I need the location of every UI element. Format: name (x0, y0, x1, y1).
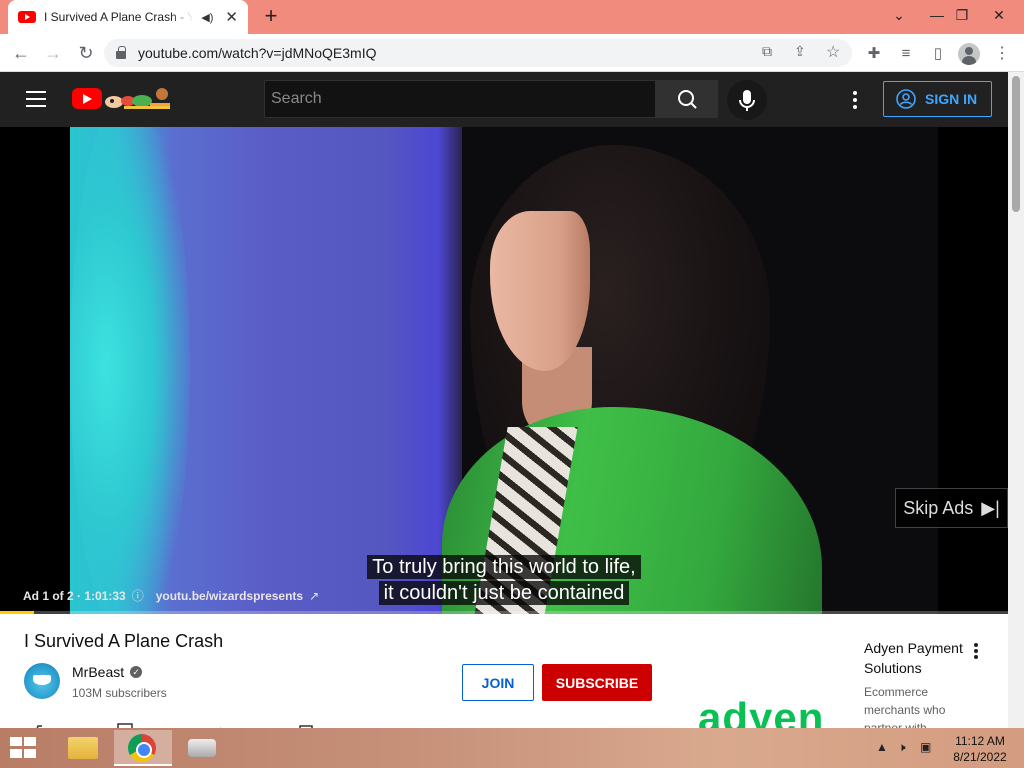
caption-text: it couldn't just be contained (378, 581, 630, 605)
join-button[interactable]: JOIN (462, 664, 534, 701)
close-window-button[interactable]: ✕ (982, 0, 1016, 34)
windows-start-icon[interactable] (10, 737, 38, 759)
reload-icon[interactable]: ↻ (73, 40, 99, 66)
sidebar-ad-title[interactable]: Adyen Payment Solutions (864, 638, 974, 678)
skip-ads-label: Skip Ads (903, 497, 974, 518)
tab-title: I Survived A Plane Crash - YouTube (44, 10, 194, 24)
skip-next-icon: ▶| (981, 497, 1000, 518)
file-explorer-taskbar-button[interactable] (52, 730, 110, 766)
search-button[interactable] (656, 80, 718, 118)
url-text[interactable]: youtube.com/watch?v=jdMNoQE3mIQ (138, 45, 377, 61)
audio-playing-icon[interactable]: ◀) (201, 11, 213, 24)
game-taskbar-button[interactable] (174, 730, 232, 766)
open-in-app-icon[interactable]: ⧉ (762, 43, 772, 60)
youtube-favicon-icon (18, 11, 36, 23)
media-control-icon[interactable]: ≡ (896, 44, 916, 64)
extensions-puzzle-icon[interactable]: ✚ (864, 44, 884, 64)
youtube-logo[interactable] (72, 88, 102, 109)
windows-taskbar: ▲ 🕨 ▣ 11:12 AM 8/21/2022 (0, 728, 1024, 768)
system-clock[interactable]: 11:12 AM 8/21/2022 (950, 733, 1010, 765)
sidebar-ad-more-icon[interactable] (972, 643, 980, 661)
search-placeholder: Search (271, 90, 322, 107)
browser-tab[interactable]: I Survived A Plane Crash - YouTube ◀) ✕ (8, 0, 248, 34)
video-backdrop-glow (70, 127, 190, 614)
game-app-icon (188, 739, 216, 757)
scrollbar-thumb[interactable] (1012, 76, 1020, 212)
restore-button[interactable]: ❐ (945, 0, 979, 34)
folder-icon (68, 737, 98, 759)
profile-avatar-icon[interactable] (958, 43, 980, 65)
settings-more-icon[interactable] (848, 91, 862, 109)
tab-search-icon[interactable]: ⌄ (882, 0, 916, 34)
info-icon[interactable]: ⓘ (132, 587, 144, 604)
external-link-icon[interactable]: ↗ (309, 589, 319, 603)
ad-counter: Ad 1 of 2 · 1:01:33 (23, 588, 126, 603)
account-circle-icon (896, 89, 916, 109)
ad-progress-bar[interactable] (0, 611, 1008, 614)
lock-icon[interactable] (116, 46, 126, 59)
sign-in-button[interactable]: SIGN IN (883, 81, 992, 117)
ad-progress-fill (0, 611, 35, 614)
video-player[interactable]: Skip Ads ▶| To truly bring this world to… (0, 127, 1008, 614)
ad-info: Ad 1 of 2 · 1:01:33 ⓘ youtu.be/wizardspr… (23, 587, 319, 604)
volume-muted-icon[interactable]: 🕨 (898, 740, 906, 755)
search-input[interactable]: Search (264, 80, 656, 118)
adyen-logo: adyen (698, 694, 825, 731)
back-arrow-icon[interactable]: ← (8, 40, 34, 66)
video-frame (70, 127, 938, 614)
page-scrollbar[interactable] (1008, 72, 1024, 728)
chrome-icon (128, 734, 156, 762)
forward-arrow-icon[interactable]: → (40, 40, 66, 66)
channel-name[interactable]: MrBeast (72, 664, 124, 680)
ad-thumbnail[interactable]: adyen (688, 640, 856, 730)
new-tab-button[interactable]: + (258, 4, 284, 30)
tab-strip: I Survived A Plane Crash - YouTube ◀) ✕ … (0, 0, 1024, 34)
show-hidden-icons-icon[interactable]: ▲ (876, 740, 888, 754)
close-tab-icon[interactable]: ✕ (225, 8, 238, 26)
caption-text: To truly bring this world to life, (367, 555, 641, 579)
sign-in-label: SIGN IN (925, 91, 978, 107)
channel-name-row[interactable]: MrBeast ✓ (72, 664, 143, 680)
voice-search-button[interactable] (727, 80, 767, 120)
caption-line: To truly bring this world to life, (0, 554, 1008, 580)
sidebar-ad-description: Ecommerce merchants who partner with (864, 685, 946, 729)
youtube-header: Search SIGN IN (0, 72, 1008, 127)
address-bar[interactable]: youtube.com/watch?v=jdMNoQE3mIQ ⧉ ⇪ ☆ (104, 39, 852, 67)
youtube-doodle-logo[interactable] (104, 86, 172, 110)
side-panel-icon[interactable]: ▯ (928, 44, 948, 64)
bookmark-star-icon[interactable]: ☆ (826, 42, 840, 62)
channel-avatar[interactable] (24, 663, 60, 699)
share-icon[interactable]: ⇪ (794, 43, 806, 60)
ad-link[interactable]: youtu.be/wizardspresents (156, 589, 303, 603)
clock-date: 8/21/2022 (953, 750, 1007, 764)
hamburger-menu-icon[interactable] (26, 91, 46, 107)
search-icon (678, 90, 697, 109)
verified-check-icon: ✓ (130, 666, 143, 678)
network-icon[interactable]: ▣ (920, 740, 931, 754)
subscriber-count: 103M subscribers (72, 686, 167, 700)
video-title: I Survived A Plane Crash (24, 631, 224, 651)
microphone-icon (739, 90, 755, 111)
chrome-menu-icon[interactable]: ⋮ (992, 44, 1012, 64)
clock-time: 11:12 AM (955, 734, 1005, 748)
browser-toolbar: ← → ↻ youtube.com/watch?v=jdMNoQE3mIQ ⧉ … (0, 34, 1024, 72)
chrome-taskbar-button[interactable] (114, 730, 172, 766)
subscribe-button[interactable]: SUBSCRIBE (542, 664, 652, 701)
skip-ads-button[interactable]: Skip Ads ▶| (895, 488, 1008, 528)
